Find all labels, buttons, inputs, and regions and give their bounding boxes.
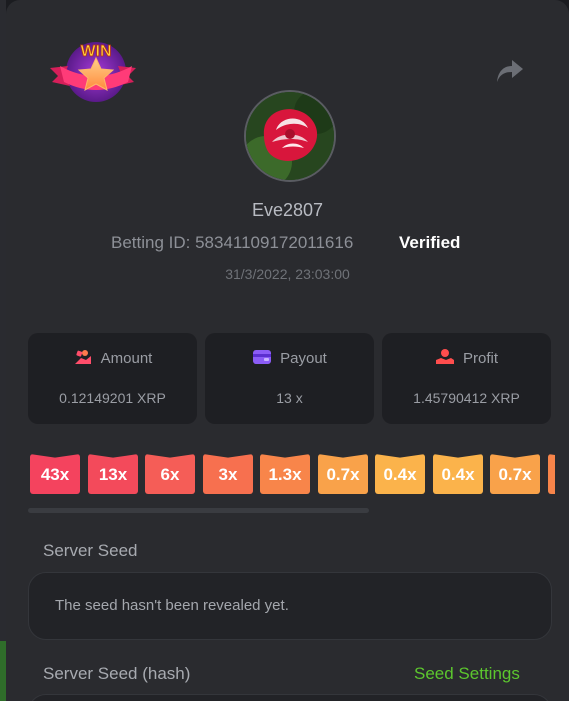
betting-id: Betting ID: 58341109172011616 xyxy=(111,233,354,252)
profit-value: 1.45790412 XRP xyxy=(413,390,520,406)
betting-id-row: Betting ID: 58341109172011616 Verified xyxy=(6,233,569,255)
payout-label: Payout xyxy=(280,350,327,367)
coin-hand-icon xyxy=(435,348,455,366)
bet-details-panel: WIN Eve2807 Betting ID: 5834110917201161… xyxy=(6,0,569,701)
server-seed-hash-field xyxy=(28,694,552,701)
server-seed-hash-label: Server Seed (hash) xyxy=(43,664,191,683)
seed-settings-link[interactable]: Seed Settings xyxy=(414,664,520,684)
multiplier-chip: 1.3x xyxy=(260,454,310,494)
payout-card: Payout 13 x xyxy=(205,333,374,424)
win-badge-icon: WIN xyxy=(48,36,138,104)
amount-label: Amount xyxy=(100,350,153,367)
multiplier-chip: 43x xyxy=(30,454,80,494)
profit-card: Profit 1.45790412 XRP xyxy=(382,333,551,424)
server-seed-field: The seed hasn't been revealed yet. xyxy=(28,572,552,640)
multiplier-chip: 3x xyxy=(203,454,253,494)
money-hand-icon xyxy=(73,348,93,366)
amount-card: Amount 0.12149201 XRP xyxy=(28,333,197,424)
amount-value: 0.12149201 XRP xyxy=(59,390,166,406)
bet-timestamp: 31/3/2022, 23:03:00 xyxy=(225,266,350,282)
avatar xyxy=(244,90,336,182)
payout-value: 13 x xyxy=(276,390,303,406)
verified-badge: Verified xyxy=(399,233,461,252)
multiplier-chip: 0.4x xyxy=(433,454,483,494)
wallet-icon xyxy=(252,348,272,366)
multiplier-chip: 0.4x xyxy=(375,454,425,494)
multiplier-chip xyxy=(548,454,555,494)
server-seed-value: The seed hasn't been revealed yet. xyxy=(55,597,289,614)
multiplier-chip: 0.7x xyxy=(490,454,540,494)
multiplier-row: 43x 13x 6x 3x 1.3x 0.7x 0.4x 0.4x 0.7x xyxy=(30,454,555,494)
multiplier-scrollbar[interactable] xyxy=(28,508,369,513)
win-badge-text: WIN xyxy=(80,43,111,60)
multiplier-chip: 13x xyxy=(88,454,138,494)
username: Eve2807 xyxy=(251,200,324,220)
profit-label: Profit xyxy=(462,350,498,367)
share-icon[interactable] xyxy=(496,58,524,84)
multiplier-chip: 6x xyxy=(145,454,195,494)
multiplier-chip: 0.7x xyxy=(318,454,368,494)
server-seed-label: Server Seed xyxy=(43,541,138,560)
